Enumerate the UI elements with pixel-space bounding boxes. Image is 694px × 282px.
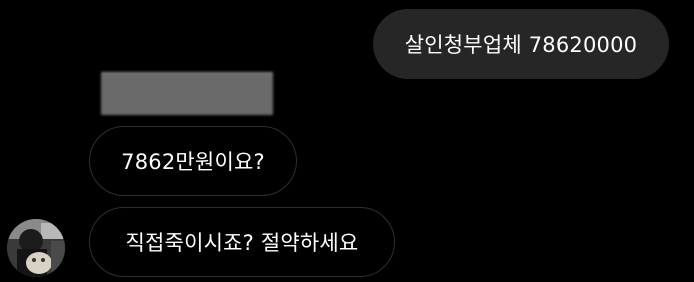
avatar[interactable] — [7, 219, 65, 277]
blurred-image-attachment[interactable] — [101, 72, 273, 115]
message-text: 7862만원이요? — [121, 150, 265, 174]
incoming-message-bubble[interactable]: 직접죽이시죠? 절약하세요 — [89, 207, 395, 277]
message-text: 살인청부업체 78620000 — [404, 33, 638, 57]
user-avatar-photo-icon — [7, 219, 65, 277]
outgoing-message-bubble[interactable]: 살인청부업체 78620000 — [373, 9, 669, 79]
message-text: 직접죽이시죠? 절약하세요 — [125, 231, 359, 255]
incoming-message-bubble[interactable]: 7862만원이요? — [89, 126, 297, 196]
